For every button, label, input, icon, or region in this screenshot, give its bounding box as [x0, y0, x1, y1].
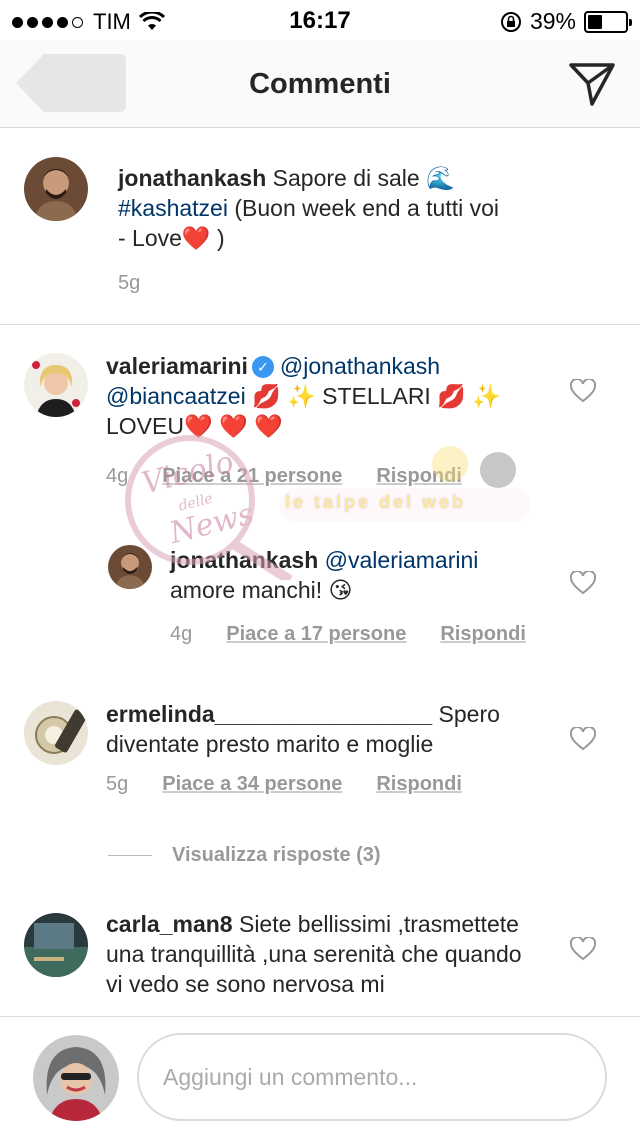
reply-text: jonathankash @valeriamarini amore manchi…	[170, 547, 479, 603]
comment-meta: 4g Piace a 17 persone Rispondi	[170, 623, 526, 646]
comment-text: valeriamarini ✓ @jonathankash @biancaatzei…	[106, 353, 501, 439]
list-item: carla_man8 Siete bellissimi ,trasmettete…	[0, 899, 640, 1015]
comment-meta: 5g	[118, 272, 140, 295]
reply-button[interactable]: Rispondi	[376, 773, 462, 796]
avatar[interactable]	[108, 545, 152, 589]
comment-text: ermelinda_________________ Spero diventa…	[106, 701, 500, 757]
reply-button[interactable]: Rispondi	[440, 623, 526, 646]
comment-meta: 4g Piace a 21 persone Rispondi	[106, 465, 462, 488]
comment-composer	[0, 1016, 640, 1136]
timestamp: 5g	[106, 773, 129, 795]
divider	[108, 855, 152, 856]
timestamp: 4g	[106, 465, 129, 487]
timestamp: 4g	[170, 623, 193, 645]
likes-link[interactable]: Piace a 21 persone	[162, 465, 342, 488]
view-replies-button[interactable]: Visualizza risposte (3)	[108, 844, 381, 867]
username[interactable]: valeriamarini	[106, 353, 248, 379]
username[interactable]: carla_man8	[106, 911, 233, 937]
like-heart-icon[interactable]	[570, 571, 596, 595]
timestamp: 5g	[118, 272, 141, 294]
username[interactable]: jonathankash	[118, 165, 266, 191]
like-heart-icon[interactable]	[570, 727, 596, 751]
current-user-avatar[interactable]	[33, 1035, 119, 1121]
like-heart-icon[interactable]	[570, 379, 596, 403]
status-bar: TIM 16:17 39%	[0, 0, 640, 40]
avatar[interactable]	[24, 913, 88, 977]
mention[interactable]: @biancaatzei	[106, 383, 246, 409]
likes-link[interactable]: Piace a 34 persone	[162, 773, 342, 796]
mention[interactable]: @valeriamarini	[325, 547, 479, 573]
reply-button[interactable]: Rispondi	[376, 465, 462, 488]
like-heart-icon[interactable]	[570, 937, 596, 961]
nav-bar: Commenti	[0, 40, 640, 128]
comment-text: carla_man8 Siete bellissimi ,trasmettete…	[106, 911, 522, 997]
likes-link[interactable]: Piace a 17 persone	[226, 623, 406, 646]
battery-icon	[584, 10, 632, 33]
caption-text: jonathankash Sapore di sale 🌊 #kashatzei…	[118, 165, 500, 251]
avatar[interactable]	[24, 353, 88, 417]
avatar[interactable]	[24, 701, 88, 765]
verified-badge-icon: ✓	[251, 356, 274, 378]
comment-meta: 5g Piace a 34 persone Rispondi	[106, 773, 462, 796]
battery-percentage: 39%	[529, 8, 576, 34]
list-item: valeriamarini ✓ @jonathankash @biancaatzei…	[0, 325, 640, 515]
caption-comment: jonathankash Sapore di sale 🌊 #kashatzei…	[0, 129, 640, 325]
orientation-lock-icon	[500, 11, 521, 32]
status-right: 39%	[500, 8, 632, 35]
battery-level	[588, 14, 602, 29]
avatar[interactable]	[24, 157, 88, 221]
comment-input[interactable]	[137, 1033, 607, 1121]
paper-plane-icon[interactable]	[568, 60, 616, 108]
reply-item: jonathankash @valeriamarini amore manchi…	[0, 529, 640, 659]
comments-list[interactable]: jonathankash Sapore di sale 🌊 #kashatzei…	[0, 129, 640, 1015]
username[interactable]: ermelinda_________________	[106, 701, 432, 727]
hashtag[interactable]: #kashatzei	[118, 195, 228, 221]
page-title: Commenti	[249, 68, 391, 100]
mention[interactable]: @jonathankash	[280, 353, 440, 379]
username[interactable]: jonathankash	[170, 547, 318, 573]
